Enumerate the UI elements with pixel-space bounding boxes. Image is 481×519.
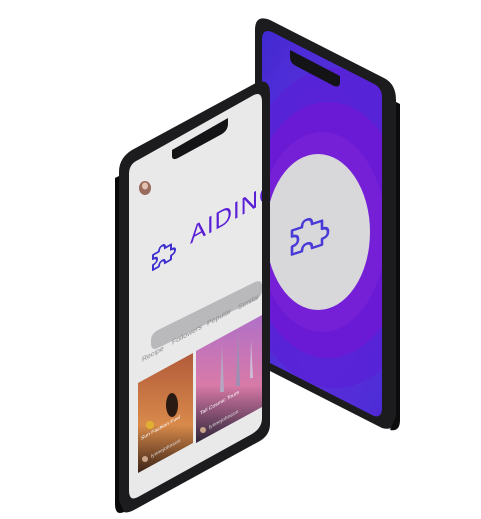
avatar[interactable] (139, 181, 151, 195)
front-phone: AIDING Recipe Followers Popular Similar … (115, 81, 270, 513)
mockup-stage: AIDING Recipe Followers Popular Similar … (115, 18, 400, 513)
splash-center (266, 154, 370, 310)
